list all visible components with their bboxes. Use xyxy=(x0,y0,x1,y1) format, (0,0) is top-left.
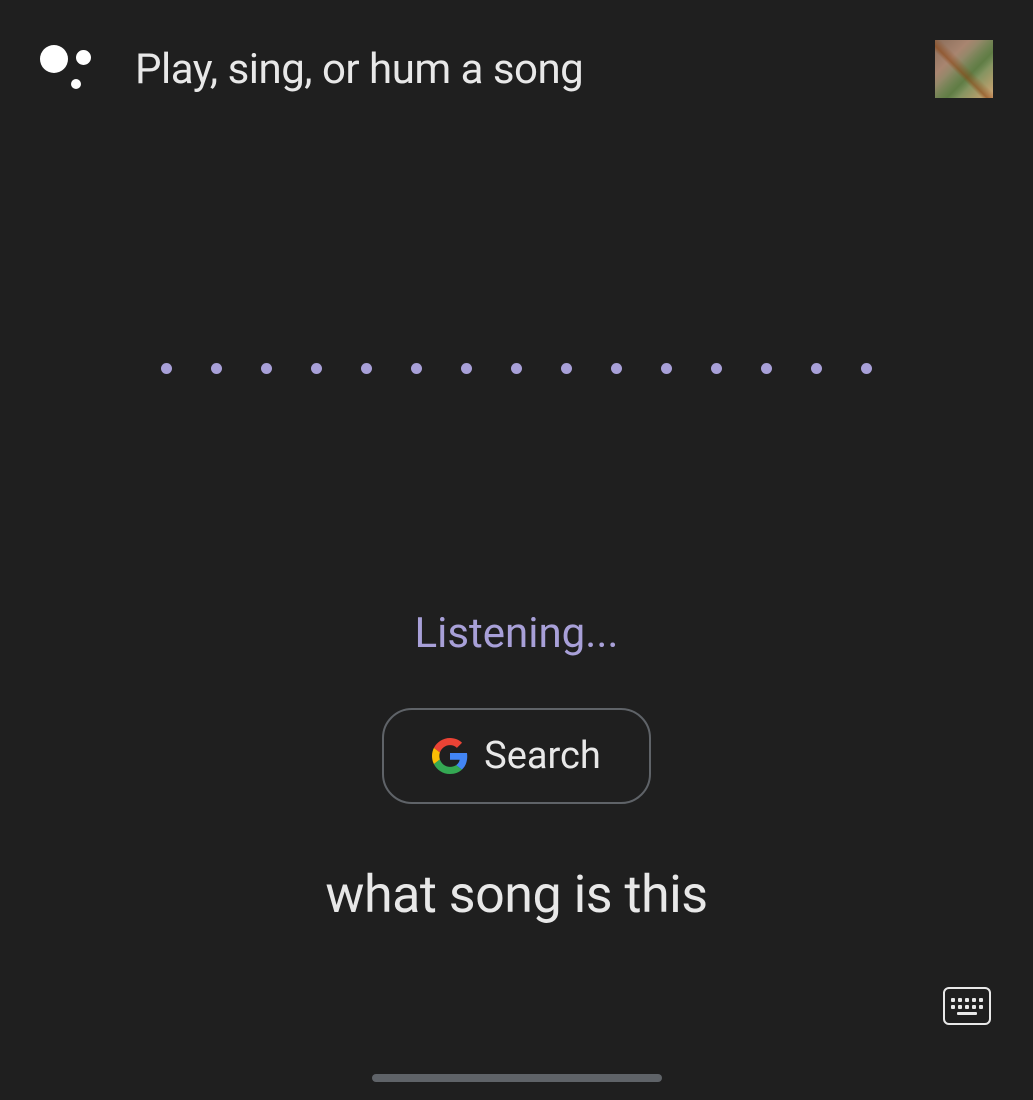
listening-status: Listening... xyxy=(0,609,1033,658)
waveform-dot xyxy=(811,363,822,374)
waveform-dot xyxy=(211,363,222,374)
waveform-dot xyxy=(711,363,722,374)
waveform-dot xyxy=(461,363,472,374)
keyboard-button[interactable] xyxy=(943,987,991,1025)
voice-transcript: what song is this xyxy=(0,864,1033,925)
header: Play, sing, or hum a song xyxy=(0,0,1033,98)
waveform-dot xyxy=(361,363,372,374)
waveform-dot xyxy=(411,363,422,374)
keyboard-icon xyxy=(951,998,983,1015)
waveform-dot xyxy=(161,363,172,374)
waveform-dot xyxy=(861,363,872,374)
waveform-dot xyxy=(611,363,622,374)
waveform-dot xyxy=(661,363,672,374)
waveform-dot xyxy=(561,363,572,374)
search-button-label: Search xyxy=(484,734,601,778)
home-indicator[interactable] xyxy=(372,1074,662,1082)
page-title: Play, sing, or hum a song xyxy=(135,45,583,94)
header-left: Play, sing, or hum a song xyxy=(40,42,583,97)
waveform-dot xyxy=(261,363,272,374)
waveform-dot xyxy=(311,363,322,374)
waveform-dot xyxy=(511,363,522,374)
waveform-dot xyxy=(761,363,772,374)
audio-waveform xyxy=(0,363,1033,374)
search-button[interactable]: Search xyxy=(382,708,651,804)
google-logo-icon xyxy=(432,738,468,774)
avatar[interactable] xyxy=(935,40,993,98)
google-assistant-icon[interactable] xyxy=(40,42,95,97)
